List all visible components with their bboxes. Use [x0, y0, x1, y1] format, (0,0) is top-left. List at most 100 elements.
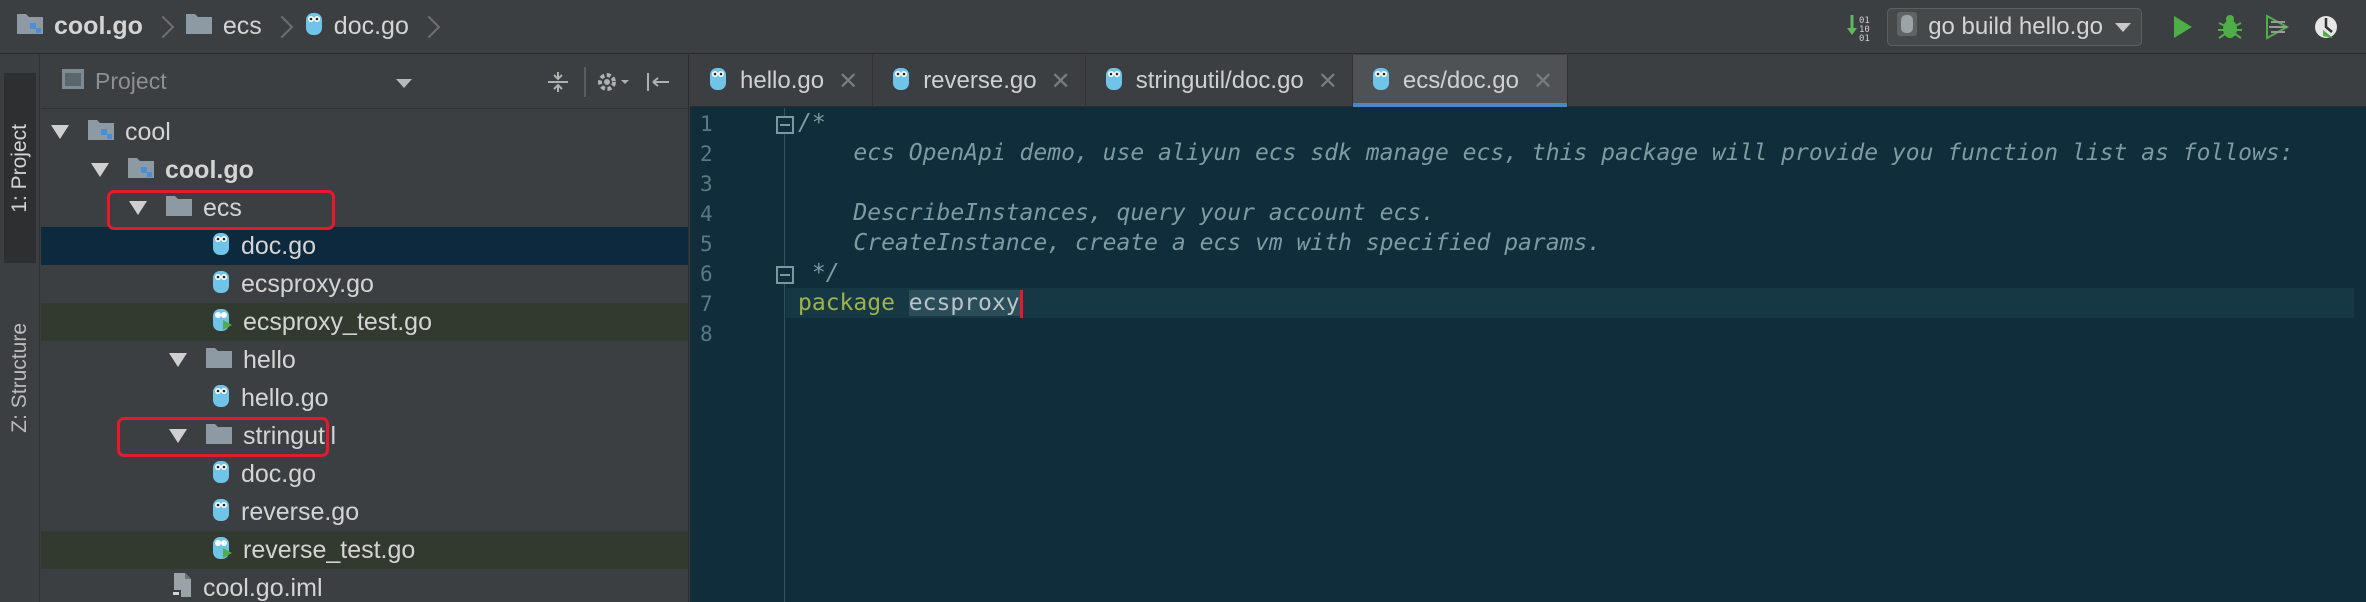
code-line-6: */	[798, 260, 840, 286]
highlight-box-stringutil	[117, 417, 329, 457]
tree-item-reverse-test-go[interactable]: reverse_test.go	[41, 531, 688, 569]
tree-item-label: hello.go	[241, 383, 329, 412]
tree-item-reverse-go[interactable]: reverse.go	[41, 493, 688, 531]
go-file-icon	[891, 65, 911, 98]
tree-item-stringutil-doc-go[interactable]: doc.go	[41, 455, 688, 493]
hide-panel-icon[interactable]	[638, 62, 678, 102]
vcs-update-icon[interactable]: 01 10 01	[1837, 5, 1881, 49]
line-number: 2	[700, 142, 713, 166]
tab-project[interactable]: 1: Project	[4, 73, 36, 263]
tree-item-ecsproxy-go[interactable]: ecsproxy.go	[41, 265, 688, 303]
close-icon[interactable]: ✕	[838, 67, 858, 96]
go-file-icon	[211, 496, 231, 529]
tab-project-label: 1: Project	[8, 123, 31, 213]
tab-label: reverse.go	[923, 67, 1037, 94]
breadcrumb-label: ecs	[222, 12, 262, 40]
tree-item-label: cool	[125, 117, 171, 146]
coverage-icon[interactable]	[2256, 5, 2300, 49]
go-file-icon	[1104, 65, 1124, 98]
close-icon[interactable]: ✕	[1318, 67, 1338, 96]
project-panel: Project cool cool.go ecs doc.go ecsproxy…	[41, 55, 689, 602]
fold-marker-icon[interactable]	[776, 266, 794, 284]
run-toolbar: 01 10 01 go build hello.go	[1833, 0, 2348, 54]
tab-label: stringutil/doc.go	[1135, 67, 1304, 94]
line-number: 5	[700, 232, 713, 256]
line-number: 7	[700, 292, 713, 316]
folder-icon	[205, 345, 233, 376]
project-panel-title: Project	[95, 68, 167, 94]
tree-item-cool-go[interactable]: cool.go	[41, 151, 688, 189]
code-line-5: CreateInstance, create a ecs vm with spe…	[798, 230, 1602, 256]
fold-marker-icon[interactable]	[776, 116, 794, 134]
tab-ecs-doc-go[interactable]: ecs/doc.go ✕	[1352, 55, 1569, 107]
code-line-4: DescribeInstances, query your account ec…	[798, 200, 1435, 226]
text-caret	[1019, 289, 1023, 318]
svg-text:01: 01	[1859, 34, 1870, 42]
project-view-icon	[61, 68, 85, 95]
line-number: 4	[700, 202, 713, 226]
go-file-icon	[211, 458, 231, 491]
navigation-bar: cool.go ecs doc.go 01 10 01 go build hello…	[0, 0, 2366, 54]
tree-item-label: ecsproxy.go	[241, 269, 374, 298]
tree-item-label: reverse_test.go	[243, 535, 416, 564]
tree-item-label: ecsproxy_test.go	[243, 307, 432, 336]
tree-item-cool-go-iml[interactable]: cool.go.iml	[41, 569, 688, 602]
breadcrumb-label: doc.go	[333, 12, 409, 40]
project-panel-header: Project	[41, 55, 688, 109]
debug-icon[interactable]	[2208, 5, 2252, 49]
run-config-label: go build hello.go	[1928, 13, 2103, 40]
go-file-icon	[211, 230, 231, 263]
go-file-icon	[304, 10, 324, 43]
breadcrumb-item-ecs[interactable]: ecs	[185, 11, 262, 42]
line-number: 8	[700, 322, 713, 346]
go-run-config-icon	[1896, 11, 1918, 44]
chevron-right-icon	[274, 12, 288, 42]
tree-item-label: cool.go	[165, 155, 254, 184]
tree-item-hello[interactable]: hello	[41, 341, 688, 379]
tree-item-cool[interactable]: cool	[41, 113, 688, 151]
breadcrumb-label: cool.go	[54, 12, 143, 40]
tree-item-ecs-doc-go[interactable]: doc.go	[41, 227, 688, 265]
run-icon[interactable]	[2160, 5, 2204, 49]
close-icon[interactable]: ✕	[1051, 67, 1071, 96]
expand-arrow-icon[interactable]	[91, 163, 109, 177]
collapse-all-icon[interactable]	[538, 62, 578, 102]
code-line-1: /*	[798, 110, 826, 136]
editor-area: hello.go ✕ reverse.go ✕ stringutil/doc.g…	[690, 55, 2366, 602]
expand-arrow-icon[interactable]	[169, 353, 187, 367]
project-panel-tools	[532, 55, 678, 109]
module-folder-icon	[87, 117, 115, 148]
tree-item-label: hello	[243, 345, 296, 374]
tab-structure[interactable]: Z: Structure	[4, 293, 36, 463]
tree-item-ecsproxy-test-go[interactable]: ecsproxy_test.go	[41, 303, 688, 341]
tab-structure-label: Z: Structure	[8, 323, 31, 433]
tree-item-label: reverse.go	[241, 497, 360, 526]
go-file-icon	[211, 382, 231, 415]
chevron-right-icon	[155, 12, 169, 42]
tree-item-hello-go[interactable]: hello.go	[41, 379, 688, 417]
code-line-2: ecs OpenApi demo, use aliyun ecs sdk man…	[798, 140, 2294, 166]
line-number: 3	[700, 172, 713, 196]
close-icon[interactable]: ✕	[1533, 67, 1553, 96]
run-configuration-select[interactable]: go build hello.go	[1887, 8, 2142, 46]
folder-icon	[185, 11, 213, 42]
tab-reverse-go[interactable]: reverse.go ✕	[873, 55, 1086, 107]
go-file-icon	[708, 65, 728, 98]
tree-item-label: cool.go.iml	[203, 573, 323, 602]
go-file-icon	[211, 268, 231, 301]
expand-arrow-icon[interactable]	[51, 125, 69, 139]
go-test-file-icon	[211, 306, 233, 339]
profile-icon[interactable]	[2304, 5, 2348, 49]
module-folder-icon	[16, 11, 44, 42]
breadcrumb-item-doc-go[interactable]: doc.go	[304, 10, 409, 43]
tree-item-label: doc.go	[241, 231, 317, 260]
tab-hello-go[interactable]: hello.go ✕	[690, 55, 874, 107]
toolbar-divider	[584, 67, 586, 97]
gear-icon[interactable]	[592, 62, 632, 102]
breadcrumb-item-cool-go[interactable]: cool.go	[16, 11, 143, 42]
tab-label: ecs/doc.go	[1402, 67, 1519, 94]
go-test-file-icon	[211, 534, 233, 567]
view-select-chevron-icon[interactable]	[396, 79, 412, 88]
tab-stringutil-doc-go[interactable]: stringutil/doc.go ✕	[1086, 55, 1353, 107]
iml-file-icon	[171, 572, 193, 602]
